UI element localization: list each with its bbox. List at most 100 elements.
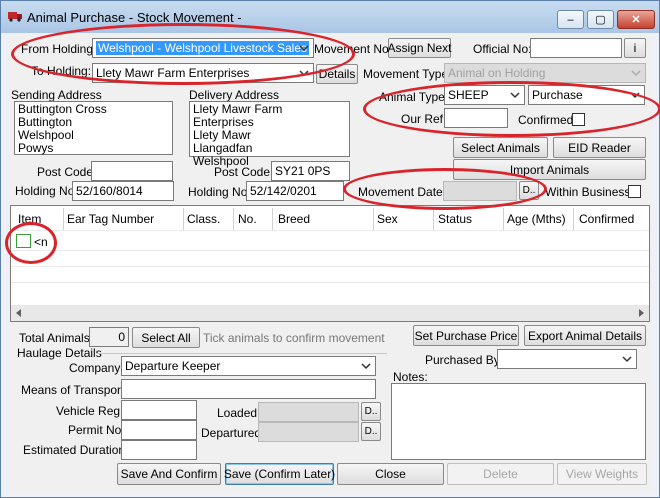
animal-type-label: Animal Type: [379, 90, 449, 104]
application-window: Animal Purchase - Stock Movement - – ▢ ✕… [0, 0, 660, 498]
save-confirm-later-button[interactable]: Save (Confirm Later) [224, 463, 335, 485]
column-header[interactable]: Status [438, 212, 472, 226]
purchased-by-select[interactable] [497, 349, 637, 369]
delivery-holding-no-input[interactable]: 52/142/0201 [246, 181, 344, 201]
sending-holding-no-input[interactable]: 52/160/8014 [72, 181, 174, 201]
to-holding-select[interactable]: Llety Mawr Farm Enterprises [92, 63, 314, 83]
estimated-duration-input[interactable] [121, 440, 197, 460]
our-ref-input[interactable] [444, 108, 508, 128]
confirmed-label: Confirmed: [518, 113, 577, 127]
column-header[interactable]: Sex [377, 212, 398, 226]
close-button[interactable]: Close [337, 463, 444, 485]
company-select[interactable]: Departure Keeper [121, 356, 376, 376]
scroll-left-icon[interactable] [14, 308, 24, 318]
confirmed-checkbox[interactable] [572, 113, 585, 126]
movement-type-label: Movement Type: [363, 67, 452, 81]
from-holding-label: From Holding: [21, 42, 97, 56]
movement-date-input[interactable] [443, 181, 517, 201]
eid-reader-button[interactable]: EID Reader [553, 137, 646, 158]
company-label: Company: [69, 361, 124, 375]
restore-button[interactable]: ▢ [587, 10, 614, 29]
minimize-icon: – [567, 13, 574, 26]
column-header[interactable]: No. [238, 212, 257, 226]
to-holding-value: Llety Mawr Farm Enterprises [96, 66, 250, 80]
chevron-down-icon [361, 363, 371, 370]
scroll-right-icon[interactable] [636, 308, 646, 318]
sending-holding-no-label: Holding No: [15, 184, 78, 198]
animal-type-value: SHEEP [448, 88, 489, 102]
column-header[interactable]: Age (Mths) [507, 212, 566, 226]
close-window-button[interactable]: ✕ [617, 10, 655, 29]
column-header[interactable]: Item [18, 212, 41, 226]
delivery-holding-no-label: Holding No: [188, 185, 251, 199]
total-animals-value: 0 [89, 327, 129, 347]
movement-date-label: Movement Date: [358, 185, 447, 199]
title-bar[interactable]: Animal Purchase - Stock Movement - – ▢ ✕ [1, 1, 659, 33]
within-business-checkbox[interactable] [628, 185, 641, 198]
sending-address-line: Powys [18, 141, 54, 155]
assign-next-button[interactable]: Assign Next [387, 38, 452, 58]
official-no-input[interactable] [530, 38, 622, 58]
info-button[interactable]: i [624, 38, 646, 58]
permit-no-label: Permit No: [68, 423, 125, 437]
view-weights-button[interactable]: View Weights [557, 463, 647, 485]
loaded-date-picker-button[interactable]: D.. [361, 402, 381, 421]
movement-no-label: Movement No: [314, 42, 393, 56]
purchased-by-label: Purchased By: [425, 353, 504, 367]
departured-input[interactable] [258, 422, 359, 442]
delivery-postcode-input[interactable]: SY21 0PS [271, 161, 350, 181]
chevron-down-icon [622, 356, 632, 363]
sending-postcode-input[interactable] [91, 161, 173, 181]
to-holding-label: To Holding: [31, 64, 92, 78]
departured-label: Departured: [201, 426, 265, 440]
import-animals-button[interactable]: Import Animals [453, 159, 646, 180]
means-of-transport-input[interactable] [121, 379, 376, 399]
column-header[interactable]: Ear Tag Number [67, 212, 154, 226]
movement-date-picker-button[interactable]: D.. [519, 181, 539, 200]
select-all-button[interactable]: Select All [132, 327, 200, 348]
animals-grid[interactable]: Item Ear Tag Number Class. No. Breed Sex… [10, 205, 650, 322]
from-holding-select[interactable]: Welshpool - Welshpool Livestock Sales [92, 38, 314, 58]
new-row-text: <n [34, 235, 48, 249]
sending-address-box[interactable]: Buttington Cross Buttington Welshpool Po… [14, 101, 173, 155]
sending-address-label: Sending Address [11, 88, 102, 102]
means-of-transport-label: Means of Transport: [21, 383, 128, 397]
new-row[interactable]: <n [16, 234, 56, 250]
form-body: From Holding: Welshpool - Welshpool Live… [5, 23, 660, 493]
vehicle-reg-input[interactable] [121, 400, 197, 420]
save-and-confirm-button[interactable]: Save And Confirm [117, 463, 221, 485]
export-animal-details-button[interactable]: Export Animal Details [524, 325, 646, 346]
grid-horizontal-scrollbar[interactable] [11, 305, 649, 321]
loaded-input[interactable] [258, 402, 359, 422]
notes-textarea[interactable] [391, 383, 646, 460]
movement-type-value: Animal on Holding [448, 66, 546, 80]
permit-no-input[interactable] [121, 420, 197, 440]
sending-postcode-label: Post Code: [37, 165, 97, 179]
column-header[interactable]: Confirmed [579, 212, 634, 226]
total-animals-label: Total Animals: [19, 331, 94, 345]
within-business-label: Within Business [545, 185, 631, 199]
company-value: Departure Keeper [125, 359, 221, 373]
window-title: Animal Purchase - Stock Movement - [27, 10, 242, 25]
delete-button[interactable]: Delete [447, 463, 554, 485]
chevron-down-icon [631, 70, 641, 77]
column-header[interactable]: Breed [278, 212, 310, 226]
notes-label: Notes: [393, 370, 428, 384]
set-purchase-price-button[interactable]: Set Purchase Price [413, 325, 519, 346]
row-checkbox[interactable] [16, 234, 31, 248]
details-button[interactable]: Details [316, 64, 358, 84]
chevron-down-icon [299, 70, 309, 77]
column-header[interactable]: Class. [187, 212, 220, 226]
chevron-down-icon [510, 92, 520, 99]
minimize-button[interactable]: – [557, 10, 584, 29]
delivery-address-label: Delivery Address [189, 88, 280, 102]
select-animals-button[interactable]: Select Animals [453, 137, 548, 158]
haulage-details-label: Haulage Details [17, 346, 102, 360]
estimated-duration-label: Estimated Duration: [23, 443, 129, 457]
official-no-label: Official No: [473, 42, 532, 56]
chevron-down-icon [630, 92, 640, 99]
purchase-type-select[interactable]: Purchase [528, 85, 645, 105]
animal-type-select[interactable]: SHEEP [444, 85, 525, 105]
departured-date-picker-button[interactable]: D.. [361, 422, 381, 441]
delivery-address-box[interactable]: Llety Mawr Farm Enterprises Llety Mawr L… [189, 101, 350, 168]
